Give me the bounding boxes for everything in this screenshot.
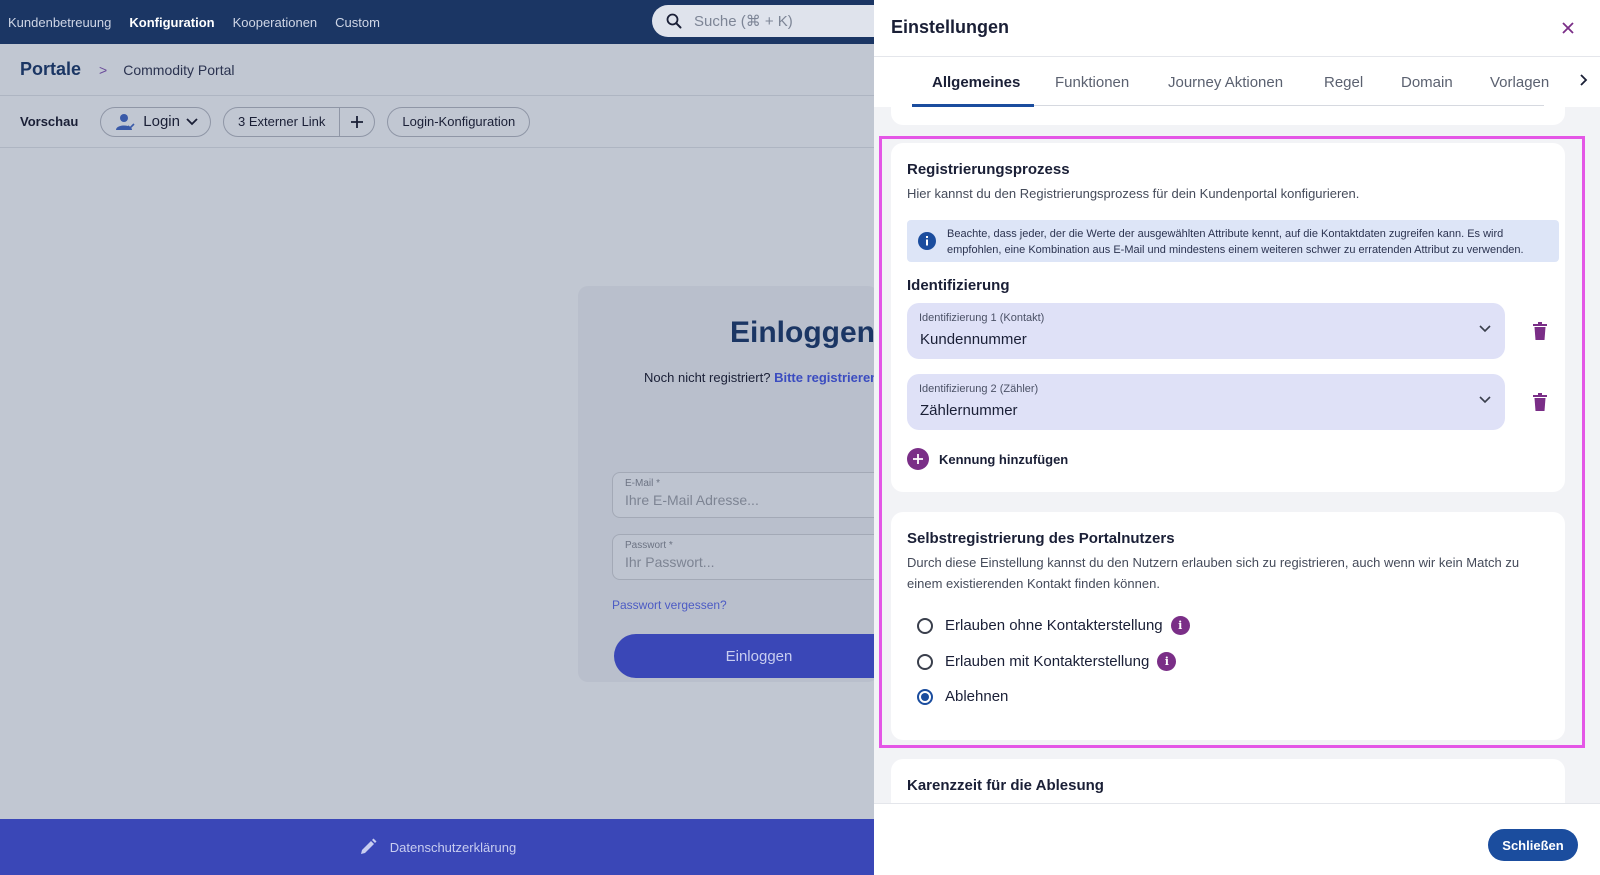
identifier-1-value: Kundennummer — [920, 331, 1027, 348]
info-icon — [918, 232, 936, 250]
add-identifier-label: Kennung hinzufügen — [939, 451, 1069, 467]
identifier-1-label: Identifizierung 1 (Kontakt) — [919, 312, 1045, 324]
add-identifier-button[interactable]: Kennung hinzufügen — [907, 448, 1068, 470]
forgot-password-link[interactable]: Passwort vergessen? — [612, 598, 727, 612]
user-icon — [116, 113, 135, 130]
chevron-down-icon — [1479, 325, 1491, 333]
preview-footer: Datenschutzerklärung — [0, 819, 874, 875]
radio-button[interactable] — [917, 653, 933, 670]
identifier-2-label: Identifizierung 2 (Zähler) — [919, 383, 1039, 395]
email-label: E-Mail * — [625, 478, 661, 489]
delete-identifier-2-button[interactable] — [1531, 392, 1549, 412]
plus-circle-icon — [907, 448, 929, 470]
breadcrumb: Portale > Commodity Portal — [0, 44, 874, 96]
close-icon — [1562, 22, 1574, 34]
settings-tabs: Allgemeines Funktionen Journey Aktionen … — [874, 57, 1600, 107]
delete-identifier-1-button[interactable] — [1531, 321, 1549, 341]
login-pill-label: Login — [143, 113, 180, 130]
nav-item-konfiguration[interactable]: Konfiguration — [129, 15, 214, 30]
tab-domain[interactable]: Domain — [1401, 74, 1453, 91]
password-field[interactable]: Passwort * Ihr Passwort... — [612, 534, 892, 580]
radio-button[interactable] — [917, 617, 933, 634]
nav-item-kundenbetreuung[interactable]: Kundenbetreuung — [8, 15, 111, 30]
radio-label: Erlauben mit Kontakterstellung — [945, 653, 1150, 670]
drawer-footer: Schließen — [874, 803, 1600, 875]
login-subtitle-text: Noch nicht registriert? — [644, 370, 771, 385]
external-link-group: 3 Externer Link — [222, 106, 376, 137]
plus-icon — [351, 115, 364, 128]
search-placeholder: Suche (⌘ + K) — [694, 13, 793, 30]
login-config-button[interactable]: Login-Konfiguration — [387, 106, 531, 137]
nav-item-kooperationen[interactable]: Kooperationen — [233, 15, 318, 30]
tab-journey-aktionen[interactable]: Journey Aktionen — [1168, 74, 1283, 91]
close-drawer-button[interactable]: Schließen — [1488, 829, 1578, 861]
trash-icon — [1533, 322, 1547, 340]
identifier-2-value: Zählernummer — [920, 402, 1018, 419]
settings-drawer: Einstellungen Allgemeines Funktionen Jou… — [874, 0, 1600, 875]
email-placeholder: Ihre E-Mail Adresse... — [625, 492, 759, 508]
password-label: Passwort * — [625, 540, 673, 551]
radio-label: Ablehnen — [945, 688, 1009, 705]
tabs-scroll-right-button[interactable] — [1580, 73, 1588, 91]
previous-section-card — [891, 107, 1565, 125]
tab-regel[interactable]: Regel — [1324, 74, 1363, 91]
pencil-icon[interactable] — [358, 837, 378, 857]
portal-editor-background: Portale > Commodity Portal Vorschau Logi… — [0, 44, 904, 819]
identifier-1-select[interactable]: Identifizierung 1 (Kontakt) Kundennummer — [907, 303, 1505, 359]
preview-toolbar: Vorschau Login 3 Externer Link Login-Kon… — [0, 96, 874, 148]
radio-option-reject[interactable]: Ablehnen — [917, 688, 1008, 705]
radio-option-allow-with-contact[interactable]: Erlauben mit Kontakterstellung i — [917, 652, 1177, 671]
login-preview-card: Einloggen Noch nicht registriert? Bitte … — [578, 286, 904, 682]
nav-item-custom[interactable]: Custom — [335, 15, 380, 30]
tab-vorlagen[interactable]: Vorlagen — [1490, 74, 1549, 91]
login-subtitle: Noch nicht registriert? Bitte registrier… — [644, 370, 878, 385]
info-alert-text: Beachte, dass jeder, der die Werte der a… — [947, 228, 1524, 256]
tab-allgemeines[interactable]: Allgemeines — [932, 74, 1020, 91]
breadcrumb-current: Commodity Portal — [123, 61, 235, 78]
identification-title: Identifizierung — [907, 277, 1010, 294]
external-links-button[interactable]: 3 Externer Link — [224, 108, 339, 136]
self-registration-title: Selbstregistrierung des Portalnutzers — [907, 530, 1175, 547]
chevron-down-icon — [1479, 396, 1491, 404]
radio-option-allow-without-contact[interactable]: Erlauben ohne Kontakterstellung i — [917, 616, 1190, 635]
chevron-right-icon: > — [99, 61, 108, 78]
email-field[interactable]: E-Mail * Ihre E-Mail Adresse... — [612, 472, 892, 518]
trash-icon — [1533, 393, 1547, 411]
grace-period-title: Karenzzeit für die Ablesung — [907, 777, 1104, 794]
search-icon — [666, 13, 682, 29]
register-link[interactable]: Bitte registrieren — [774, 370, 878, 385]
breadcrumb-root[interactable]: Portale — [20, 59, 81, 80]
radio-label: Erlauben ohne Kontakterstellung — [945, 617, 1163, 634]
privacy-link[interactable]: Datenschutzerklärung — [390, 840, 516, 855]
drawer-header: Einstellungen — [874, 0, 1600, 57]
chevron-right-icon — [1580, 74, 1588, 86]
registration-process-card: Registrierungsprozess Hier kannst du den… — [891, 143, 1565, 492]
login-submit-button[interactable]: Einloggen — [614, 634, 904, 678]
login-page-selector[interactable]: Login — [100, 106, 211, 137]
login-title: Einloggen — [730, 316, 875, 349]
registration-title: Registrierungsprozess — [907, 161, 1070, 178]
close-button[interactable] — [1558, 18, 1578, 38]
registration-description: Hier kannst du den Registrierungsprozess… — [907, 186, 1360, 201]
info-alert: Beachte, dass jeder, der die Werte der a… — [907, 220, 1559, 262]
info-icon[interactable]: i — [1170, 616, 1190, 635]
password-placeholder: Ihr Passwort... — [625, 554, 715, 570]
self-registration-description: Durch diese Einstellung kannst du den Nu… — [907, 555, 1520, 591]
self-registration-card: Selbstregistrierung des Portalnutzers Du… — [891, 512, 1565, 740]
chevron-down-icon — [186, 117, 198, 125]
identifier-2-select[interactable]: Identifizierung 2 (Zähler) Zählernummer — [907, 374, 1505, 430]
search-input[interactable]: Suche (⌘ + K) — [652, 5, 912, 37]
drawer-title: Einstellungen — [891, 17, 1010, 37]
preview-label: Vorschau — [20, 114, 79, 129]
radio-button-checked[interactable] — [917, 688, 933, 705]
info-icon[interactable]: i — [1157, 652, 1177, 671]
tab-funktionen[interactable]: Funktionen — [1055, 74, 1129, 91]
add-link-button[interactable] — [339, 107, 374, 136]
